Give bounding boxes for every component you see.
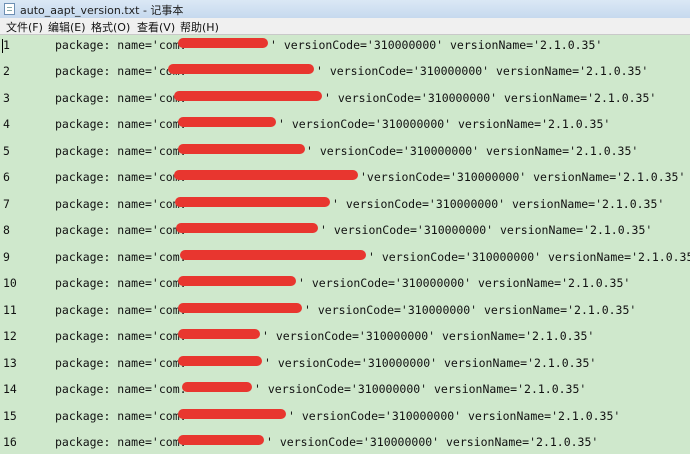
text-line: 2 package: name='com. ' versionCode='31000… (0, 61, 690, 83)
package-prefix: package: name='com. (55, 250, 187, 264)
redaction-mark (182, 382, 252, 392)
redaction-mark (178, 435, 264, 445)
package-prefix: package: name='com. (55, 435, 187, 449)
version-text: ' versionCode='310000000' versionName='2… (288, 409, 621, 423)
text-line: 14 package: name='com. ' versionCode='3100… (0, 379, 690, 401)
text-line: 6 package: name='com. 'versionCode='310000… (0, 167, 690, 189)
line-number: 11 (3, 303, 17, 317)
redaction-mark (178, 303, 302, 313)
package-prefix: package: name='com. (55, 356, 187, 370)
line-number: 12 (3, 329, 17, 343)
version-text: ' versionCode='310000000' versionName='2… (324, 91, 657, 105)
redaction-mark (168, 64, 314, 74)
text-line: 7 package: name='com. ' versionCode='31000… (0, 194, 690, 216)
redaction-mark (178, 409, 286, 419)
version-text: ' versionCode='310000000' versionName='2… (262, 329, 595, 343)
package-prefix: package: name='com. (55, 144, 187, 158)
redaction-mark (176, 223, 318, 233)
text-line: 13 package: name='com. ' versionCode='3100… (0, 353, 690, 375)
menu-help[interactable]: 帮助(H) (180, 19, 219, 35)
redaction-mark (178, 144, 305, 154)
version-text: ' versionCode='310000000' versionName='2… (332, 197, 665, 211)
line-number: 9 (3, 250, 10, 264)
version-text: ' versionCode='310000000' versionName='2… (320, 223, 653, 237)
package-prefix: package: name='com. (55, 303, 187, 317)
redaction-mark (178, 38, 268, 48)
redaction-mark (175, 197, 330, 207)
line-number: 13 (3, 356, 17, 370)
text-line: 4 package: name='com. ' versionCode='31000… (0, 114, 690, 136)
redaction-mark (178, 117, 276, 127)
package-prefix: package: name='com. (55, 197, 187, 211)
redaction-mark (178, 329, 260, 339)
version-text: ' versionCode='310000000' versionName='2… (254, 382, 587, 396)
version-text: ' versionCode='310000000' versionName='2… (264, 356, 597, 370)
text-editor-area[interactable]: 1 package: name='com. ' versionCode='31000… (0, 35, 690, 454)
package-prefix: package: name='com. (55, 382, 187, 396)
line-number: 6 (3, 170, 10, 184)
version-text: ' versionCode='310000000' versionName='2… (368, 250, 690, 264)
notepad-icon (4, 3, 15, 15)
menu-view[interactable]: 查看(V) (137, 19, 175, 35)
package-prefix: package: name='com. (55, 91, 187, 105)
line-number: 16 (3, 435, 17, 449)
text-line: 11 package: name='com. ' versionCode='3100… (0, 300, 690, 322)
version-text: ' versionCode='310000000' versionName='2… (304, 303, 637, 317)
package-prefix: package: name='com. (55, 170, 187, 184)
redaction-mark (178, 356, 262, 366)
text-line: 16 package: name='com. ' versionCode='3100… (0, 432, 690, 454)
version-text: ' versionCode='310000000' versionName='2… (270, 38, 603, 52)
package-prefix: package: name='com. (55, 64, 187, 78)
package-prefix: package: name='com. (55, 223, 187, 237)
line-number: 3 (3, 91, 10, 105)
redaction-mark (180, 250, 366, 260)
title-bar: auto_aapt_version.txt - 记事本 (0, 0, 690, 19)
package-prefix: package: name='com. (55, 276, 187, 290)
line-number: 15 (3, 409, 17, 423)
version-text: ' versionCode='310000000' versionName='2… (278, 117, 611, 131)
line-number: 8 (3, 223, 10, 237)
line-number: 4 (3, 117, 10, 131)
redaction-mark (178, 276, 296, 286)
text-line: 9 package: name='com. ' versionCode='31000… (0, 247, 690, 269)
line-number: 1 (3, 38, 10, 52)
redaction-mark (174, 91, 322, 101)
text-line: 3 package: name='com. ' versionCode='31000… (0, 88, 690, 110)
line-number: 5 (3, 144, 10, 158)
text-line: 5 package: name='com. ' versionCode='31000… (0, 141, 690, 163)
version-text: ' versionCode='310000000' versionName='2… (266, 435, 599, 449)
text-line: 8 package: name='com. ' versionCode='31000… (0, 220, 690, 242)
text-line: 10 package: name='com. ' versionCode='3100… (0, 273, 690, 295)
text-line: 1 package: name='com. ' versionCode='31000… (0, 35, 690, 57)
menu-bar: 文件(F) 编辑(E) 格式(O) 查看(V) 帮助(H) (0, 18, 690, 35)
package-prefix: package: name='com. (55, 329, 187, 343)
version-text: 'versionCode='310000000' versionName='2.… (360, 170, 686, 184)
line-number: 7 (3, 197, 10, 211)
package-prefix: package: name='com. (55, 409, 187, 423)
text-line: 15 package: name='com. ' versionCode='3100… (0, 406, 690, 428)
version-text: ' versionCode='310000000' versionName='2… (306, 144, 639, 158)
package-prefix: package: name='com. (55, 117, 187, 131)
line-number: 2 (3, 64, 10, 78)
menu-edit[interactable]: 编辑(E) (48, 19, 86, 35)
version-text: ' versionCode='310000000' versionName='2… (316, 64, 649, 78)
line-number: 10 (3, 276, 17, 290)
package-prefix: package: name='com. (55, 38, 187, 52)
menu-format[interactable]: 格式(O) (91, 19, 130, 35)
text-line: 12 package: name='com. ' versionCode='3100… (0, 326, 690, 348)
window-title: auto_aapt_version.txt - 记事本 (20, 4, 184, 17)
menu-file[interactable]: 文件(F) (6, 19, 43, 35)
version-text: ' versionCode='310000000' versionName='2… (298, 276, 631, 290)
redaction-mark (174, 170, 358, 180)
line-number: 14 (3, 382, 17, 396)
